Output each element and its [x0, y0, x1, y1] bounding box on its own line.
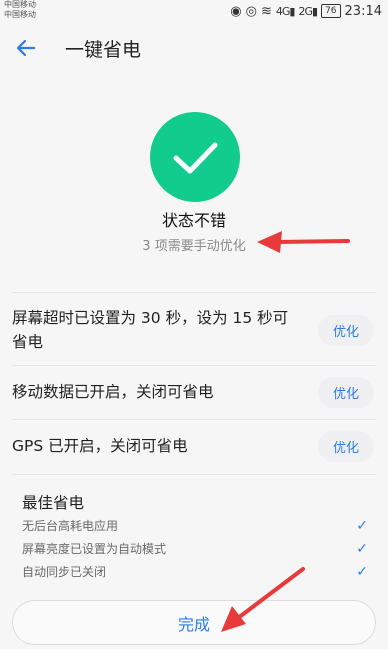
status-text: 状态不错 [161, 211, 226, 230]
list-item-gps: GPS 已开启，关闭可省电 优化 [12, 424, 374, 468]
optimize-button[interactable]: 优化 [318, 376, 374, 408]
best-item-label: 自动同步已关闭 [22, 565, 107, 579]
manual-optimize-count: 3 项需要手动优化 [142, 239, 246, 254]
success-circle [150, 112, 240, 202]
list-item-mobile-data: 移动数据已开启，关闭可省电 优化 [12, 370, 374, 414]
eye-comfort-icon: ◎ [245, 3, 257, 19]
optimize-button[interactable]: 优化 [318, 430, 374, 462]
signal-icon-1: 4G▮ [275, 4, 296, 18]
list-item-screen-timeout: 屏幕超时已设置为 30 秒，设为 15 秒可省电 优化 [12, 302, 374, 358]
carrier-1: 中国移动 [4, 0, 36, 9]
battery-icon: 76 [321, 4, 341, 18]
wifi-icon: ≋ [260, 3, 272, 19]
check-icon: ✓ [356, 517, 368, 534]
signal-icon-2: 2G▮ [298, 4, 318, 18]
app-bar: 一键省电 [0, 22, 388, 74]
item-text: 移动数据已开启，关闭可省电 [12, 383, 214, 401]
best-item-label: 屏幕亮度已设置为自动模式 [22, 542, 167, 556]
divider [12, 292, 376, 293]
back-arrow-icon[interactable] [13, 35, 39, 61]
best-item-background-apps: 无后台高耗电应用 ✓ [22, 517, 372, 534]
best-saving-title: 最佳省电 [22, 494, 85, 512]
done-button[interactable]: 完成 [12, 600, 376, 645]
check-icon [173, 142, 218, 174]
best-item-brightness: 屏幕亮度已设置为自动模式 ✓ [22, 540, 372, 557]
item-text: 屏幕超时已设置为 30 秒，设为 15 秒可省电 [12, 309, 289, 351]
carrier-labels: 中国移动 中国移动 [4, 0, 36, 20]
check-icon: ✓ [356, 540, 368, 557]
eye-icon: ◉ [230, 3, 242, 19]
status-icons: ◉ ◎ ≋ 4G▮ 2G▮ 76 23:14 [230, 3, 382, 19]
divider [12, 365, 376, 366]
status-time: 23:14 [344, 3, 382, 19]
divider [12, 474, 376, 475]
status-summary: 状态不错 3 项需要手动优化 [0, 74, 388, 278]
optimize-button[interactable]: 优化 [318, 314, 374, 346]
divider [12, 419, 376, 420]
status-bar: 中国移动 中国移动 ◉ ◎ ≋ 4G▮ 2G▮ 76 23:14 [0, 0, 388, 22]
check-icon: ✓ [356, 563, 368, 580]
best-item-auto-sync: 自动同步已关闭 ✓ [22, 563, 372, 580]
page-title: 一键省电 [65, 38, 142, 61]
best-item-label: 无后台高耗电应用 [22, 519, 119, 533]
carrier-2: 中国移动 [4, 10, 36, 19]
item-text: GPS 已开启，关闭可省电 [12, 437, 188, 455]
